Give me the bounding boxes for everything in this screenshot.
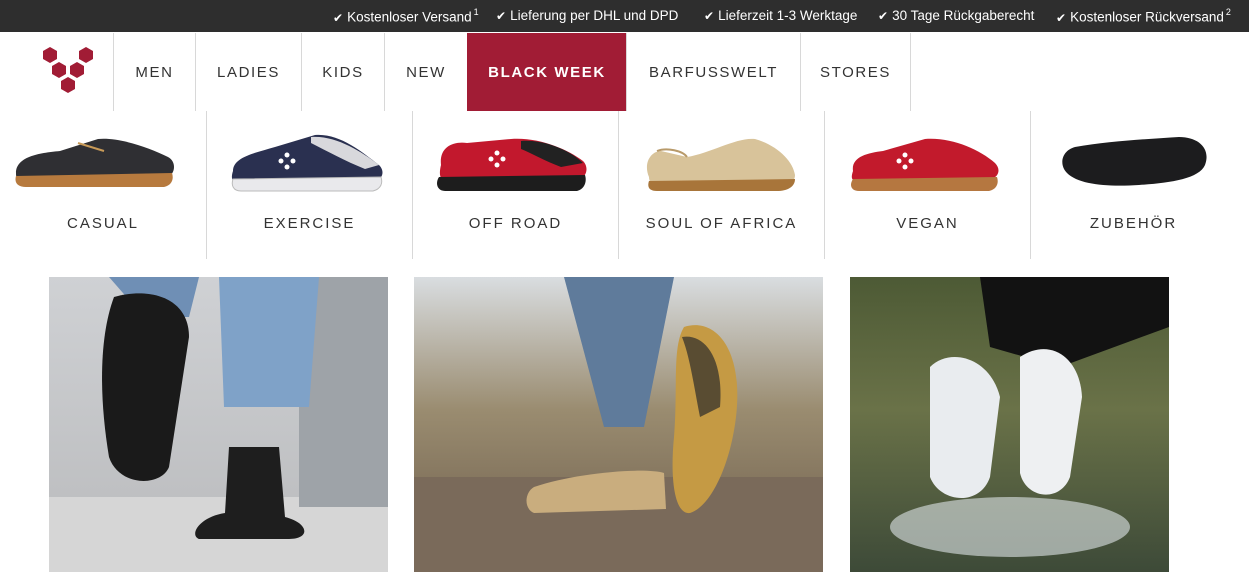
category-off-road[interactable]: OFF ROAD (412, 111, 618, 259)
check-icon: ✔ (704, 9, 715, 23)
water-shoes-photo (850, 277, 1169, 572)
hexagon-cluster-logo-icon (43, 47, 93, 93)
nav-item-men[interactable]: MEN (113, 33, 195, 111)
usp-return-policy: ✔ 30 Tage Rückgaberecht (878, 8, 1035, 23)
category-zubehor[interactable]: ZUBEHÖR (1030, 111, 1236, 259)
nav-item-black-week[interactable]: BLACK WEEK (467, 33, 626, 111)
category-bar: CASUAL EXERCISE OFF ROAD SOUL OF AFRICA (0, 111, 1236, 259)
soul-of-africa-shoe-icon (646, 138, 795, 191)
usp-delivery-carriers: ✔ Lieferung per DHL und DPD (496, 8, 679, 23)
nav-item-stores[interactable]: STORES (800, 33, 911, 111)
insole-icon (1062, 137, 1207, 186)
category-exercise[interactable]: EXERCISE (206, 111, 412, 259)
usp-delivery-time: ✔ Lieferzeit 1-3 Werktage (704, 8, 858, 23)
check-icon: ✔ (1056, 10, 1067, 25)
soul-of-africa-photo (414, 277, 823, 572)
category-vegan[interactable]: VEGAN (824, 111, 1030, 259)
category-soul-of-africa[interactable]: SOUL OF AFRICA (618, 111, 824, 259)
vegan-shoe-icon (851, 138, 999, 191)
nav-item-barfusswelt[interactable]: BARFUSSWELT (626, 33, 800, 111)
check-icon: ✔ (878, 9, 889, 23)
main-nav: MEN LADIES KIDS NEW BLACK WEEK BARFUSSWE… (113, 33, 911, 111)
winter-boots-photo (49, 277, 388, 572)
check-icon: ✔ (496, 9, 507, 23)
casual-shoe-icon (15, 138, 174, 187)
brand-logo[interactable] (40, 45, 96, 97)
usp-free-shipping: ✔ Kostenloser Versand 1 (333, 7, 479, 25)
nav-item-kids[interactable]: KIDS (301, 33, 384, 111)
promo-image-soul-of-africa[interactable] (414, 277, 823, 572)
category-casual[interactable]: CASUAL (0, 111, 206, 259)
top-bar: ✔ Kostenloser Versand 1 ✔ Lieferung per DHL… (0, 0, 1249, 32)
nav-item-new[interactable]: NEW (384, 33, 467, 111)
check-icon: ✔ (333, 10, 344, 25)
promo-image-water-shoes[interactable] (850, 277, 1169, 572)
promo-image-winter-boots[interactable] (49, 277, 388, 572)
usp-free-returns: ✔ Kostenloser Rückversand 2 (1056, 7, 1231, 25)
off-road-shoe-icon (437, 138, 587, 191)
nav-item-ladies[interactable]: LADIES (195, 33, 301, 111)
exercise-shoe-icon (231, 134, 383, 192)
